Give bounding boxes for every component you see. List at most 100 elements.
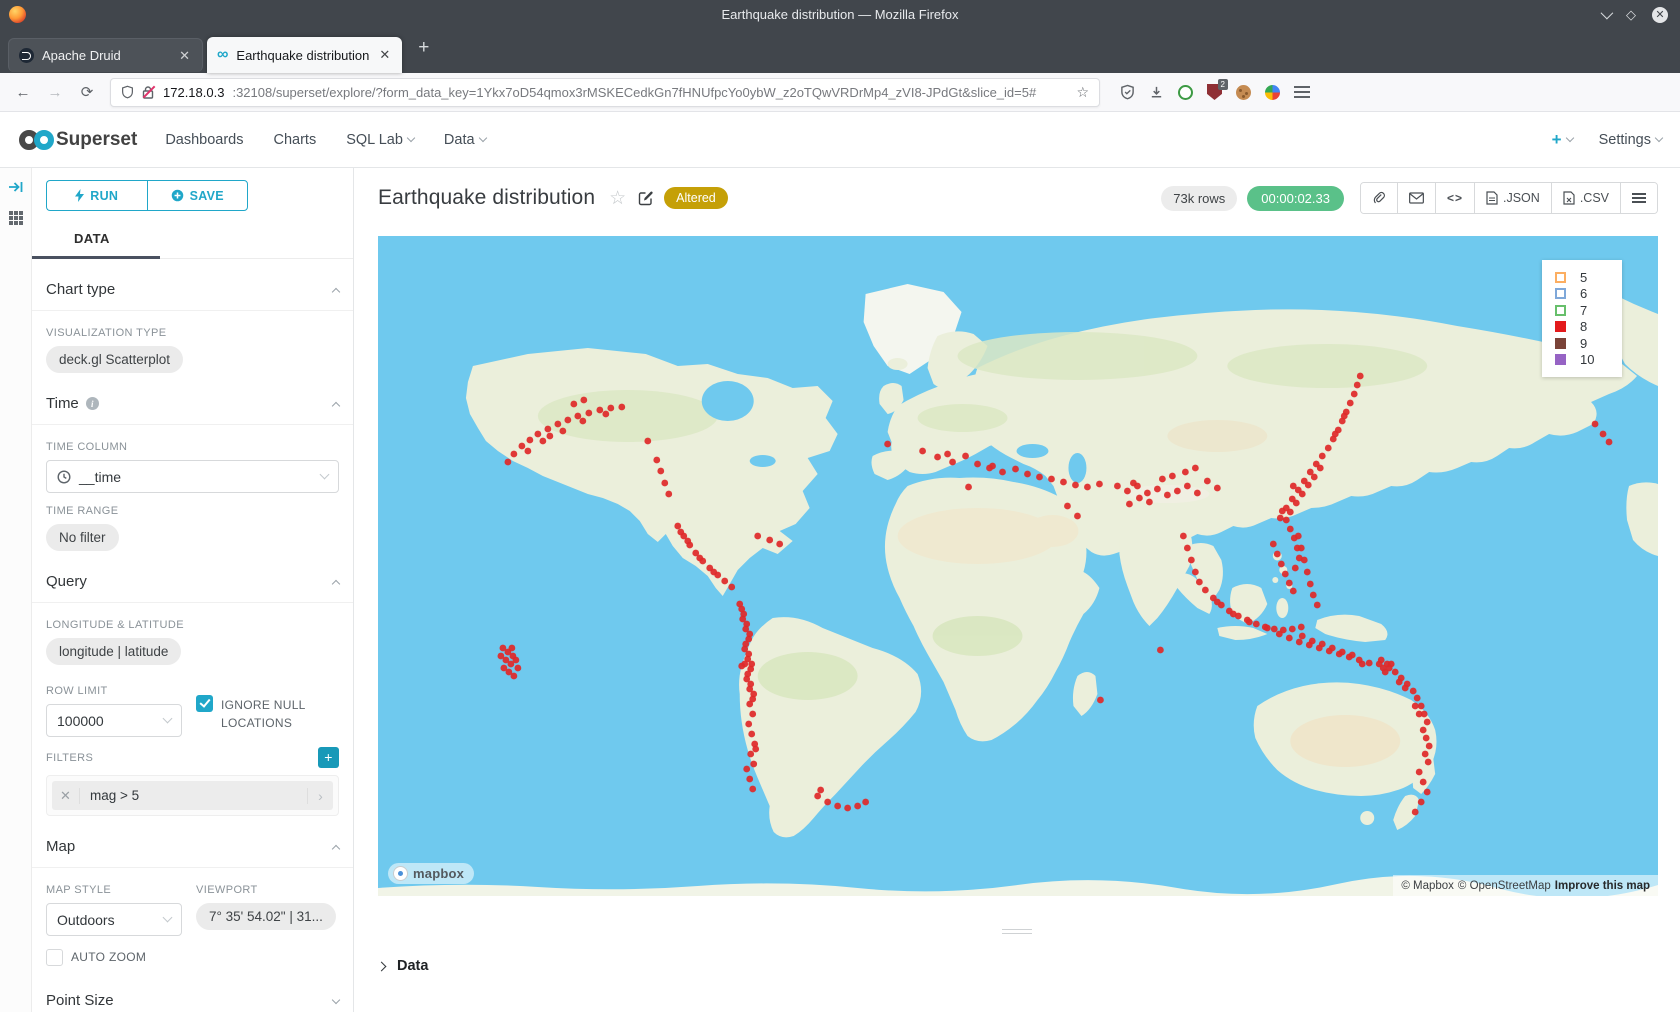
window-maximize-button[interactable]: ◇ [1626,8,1636,21]
window-close-button[interactable]: ✕ [1652,7,1668,23]
map-attribution: © Mapbox © OpenStreetMap Improve this ma… [1393,875,1658,896]
mapbox-logo[interactable]: mapbox [388,863,474,884]
run-button[interactable]: RUN [46,180,147,211]
tab-data[interactable]: DATA [74,231,110,246]
lonlat-pill[interactable]: longitude | latitude [46,638,181,665]
data-panel-toggle[interactable]: Data [378,952,1658,974]
section-point-size[interactable]: Point Size [46,992,339,1012]
export-csv-button[interactable]: .CSV [1552,183,1621,213]
forward-button[interactable]: → [42,79,68,105]
legend-swatch-icon [1555,321,1566,332]
ignore-null-checkbox-row[interactable]: IGNORE NULLLOCATIONS [196,695,339,732]
url-bar[interactable]: 172.18.0.3:32108/superset/explore/?form_… [110,78,1100,107]
legend-item-10[interactable]: 10 [1555,352,1622,369]
filter-pill[interactable]: ✕ mag > 5 › [52,781,333,810]
chevron-down-icon [478,134,486,142]
map-style-select[interactable]: Outdoors [46,903,182,936]
superset-brand[interactable]: Superset [56,129,137,151]
legend-item-5[interactable]: 5 [1555,269,1622,286]
superset-logo[interactable] [18,128,56,152]
edit-properties-icon[interactable] [638,190,654,206]
viz-type-pill[interactable]: deck.gl Scatterplot [46,346,183,373]
browser-menu-icon[interactable] [1294,86,1310,98]
extension-badge: 2 [1218,79,1228,90]
checkbox-checked-icon[interactable] [196,695,213,712]
expand-filter-icon[interactable]: › [307,788,333,804]
deckgl-map[interactable]: 5678910 mapbox © Mapbox © OpenStreetMap … [378,236,1658,896]
chevron-up-icon [332,579,340,587]
window-minimize-button[interactable] [1601,7,1614,20]
legend-item-7[interactable]: 7 [1555,302,1622,319]
chart-menu-button[interactable] [1621,183,1657,213]
improve-map-link[interactable]: Improve this map [1555,880,1650,892]
firefox-logo-icon [9,6,26,23]
map-legend[interactable]: 5678910 [1542,260,1622,377]
row-count-badge: 73k rows [1161,186,1237,211]
legend-item-6[interactable]: 6 [1555,286,1622,303]
save-button[interactable]: SAVE [147,180,249,211]
row-limit-select[interactable]: 100000 [46,704,182,737]
add-filter-button[interactable]: + [318,747,339,768]
window-title: Earthquake distribution — Mozilla Firefo… [0,7,1680,22]
chevron-up-icon [332,287,340,295]
extension-green-icon[interactable] [1178,85,1193,100]
nav-item-data[interactable]: Data [444,132,486,148]
legend-swatch-icon [1555,288,1566,299]
checkbox-unchecked-icon[interactable] [46,949,63,966]
embed-code-button[interactable]: <> [1436,183,1475,213]
browser-tab-earthquake-distribution[interactable]: ∞ Earthquake distribution ✕ [207,37,402,73]
tab-close-icon[interactable]: ✕ [177,48,192,64]
tab-close-icon[interactable]: ✕ [377,47,392,63]
new-tab-button[interactable]: + [406,37,441,65]
browser-tab-apache-druid[interactable]: Apache Druid ✕ [8,38,203,72]
nav-item-charts[interactable]: Charts [274,132,317,148]
nav-item-dashboards[interactable]: Dashboards [165,132,243,148]
new-item-button[interactable]: + [1552,130,1573,150]
tracking-shield-icon[interactable] [121,85,134,99]
mapbox-logo-icon [393,866,408,881]
favorite-star-icon[interactable]: ☆ [609,187,626,210]
reload-button[interactable]: ⟳ [74,79,100,105]
auto-zoom-checkbox-row[interactable]: AUTO ZOOM [46,948,182,966]
datasource-grid-icon[interactable] [8,210,24,226]
back-button[interactable]: ← [10,79,36,105]
legend-item-8[interactable]: 8 [1555,319,1622,336]
insecure-lock-icon[interactable] [142,85,155,99]
export-json-button[interactable]: .JSON [1475,183,1552,213]
viewport-pill[interactable]: 7° 35' 54.02" | 31... [196,903,336,930]
druid-favicon-icon [19,48,34,63]
bookmark-star-icon[interactable]: ☆ [1076,84,1089,101]
legend-label: 5 [1580,270,1587,285]
chevron-down-icon [320,470,330,480]
settings-menu[interactable]: Settings [1599,132,1662,148]
remove-filter-icon[interactable]: ✕ [52,788,80,804]
nav-item-sql-lab[interactable]: SQL Lab [346,132,414,148]
legend-item-9[interactable]: 9 [1555,335,1622,352]
chevron-down-icon [407,134,415,142]
chevron-up-icon [332,844,340,852]
panel-resize-handle[interactable] [1002,926,1032,937]
extension-colorful-icon[interactable] [1265,85,1280,100]
section-time[interactable]: Timei [46,395,339,424]
time-range-pill[interactable]: No filter [46,524,119,551]
attribution-mapbox[interactable]: © Mapbox [1401,880,1454,892]
altered-badge[interactable]: Altered [664,187,728,209]
attribution-osm[interactable]: © OpenStreetMap [1458,880,1551,892]
section-map[interactable]: Map [46,838,339,867]
superset-infinity-icon [18,128,56,152]
panel-tabs: DATA [32,225,353,259]
time-column-select[interactable]: __time [46,460,339,493]
email-share-button[interactable] [1398,183,1436,213]
extension-ublock-icon[interactable]: 2 [1207,84,1222,100]
extension-cookie-icon[interactable] [1236,85,1251,100]
downloads-icon[interactable] [1149,85,1164,100]
section-query[interactable]: Query [46,573,339,602]
protections-shield-icon[interactable] [1120,84,1135,100]
expand-datasource-icon[interactable] [8,180,24,194]
legend-label: 10 [1580,352,1594,367]
copy-link-button[interactable] [1361,183,1398,213]
chevron-down-icon [332,995,340,1003]
section-chart-type[interactable]: Chart type [46,281,339,310]
chart-title: Earthquake distribution [378,186,595,210]
active-tab-indicator [32,256,160,259]
